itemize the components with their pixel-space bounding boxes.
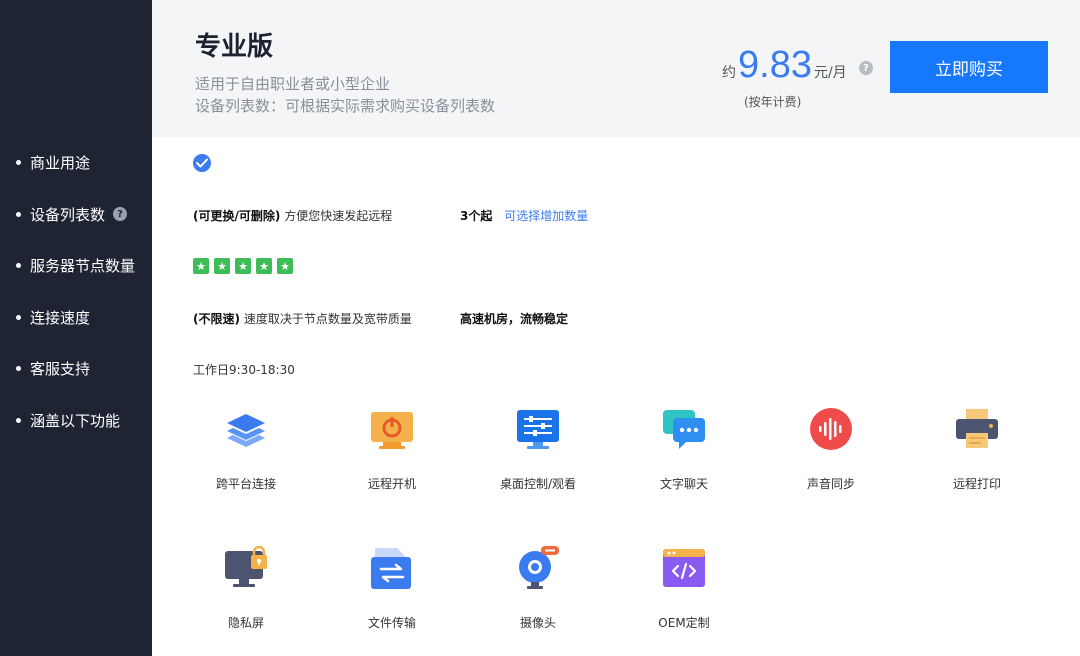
device-count-value: 3个起 可选择增加数量 [460,207,588,224]
device-count-info: (可更换/可删除) 方便您快速发起远程 [193,207,392,224]
feature-label: 远程打印 [952,477,1001,491]
bullet-icon [16,314,21,320]
chat-icon [661,406,707,452]
bullet-icon [16,159,21,165]
sidebar-item-device-count: 设备列表数 ? [16,202,128,226]
device-count-bold: (可更换/可删除) [193,209,281,223]
feature-remote-boot: 远程开机 [332,406,452,492]
desktop-control-icon [515,406,561,452]
support-hours: 工作日9:30-18:30 [193,363,295,377]
price: 约 9.83 元/月 [722,44,847,87]
sidebar-item-label: 商业用途 [30,153,91,172]
feature-label: OEM定制 [658,616,710,630]
sidebar-item-connection-speed: 连接速度 [16,305,90,329]
printer-icon [954,406,1000,452]
price-amount: 9.83 [738,44,812,86]
buy-now-button[interactable]: 立即购买 [890,41,1048,93]
plan-desc-line-1: 适用于自由职业者或小型企业 [195,75,391,93]
speed-note-text: 高速机房，流畅稳定 [460,312,569,326]
star-icon: ★ [277,258,293,274]
feature-label: 文件传输 [367,616,416,630]
feature-label: 声音同步 [806,477,855,491]
feature-privacy-screen: 隐私屏 [186,545,306,631]
feature-desktop-control: 桌面控制/观看 [478,406,598,492]
server-node-rating: ★ ★ ★ ★ ★ [193,258,293,274]
sidebar-item-features: 涵盖以下功能 [16,408,120,432]
sidebar-item-label: 涵盖以下功能 [30,411,121,430]
sound-wave-icon [808,406,854,452]
feature-label: 摄像头 [519,616,556,630]
bullet-icon [16,417,21,423]
bullet-icon [16,365,21,371]
feature-remote-print: 远程打印 [917,406,1037,492]
bullet-icon [16,262,21,268]
price-prefix: 约 [722,65,736,81]
check-icon [193,154,211,172]
feature-file-transfer: 文件传输 [332,545,452,631]
privacy-screen-icon [223,545,269,591]
sidebar-item-label: 连接速度 [30,308,91,327]
add-quantity-link[interactable]: 可选择增加数量 [504,209,588,223]
sidebar-item-support: 客服支持 [16,356,90,380]
feature-label: 桌面控制/观看 [499,477,577,491]
help-icon[interactable]: ? [113,207,128,221]
file-transfer-icon [369,545,415,591]
device-count-min: 3个起 [460,209,493,223]
feature-label: 文字聊天 [659,477,708,491]
price-unit: 元/月 [813,65,847,81]
feature-text-chat: 文字聊天 [624,406,744,492]
code-window-icon [661,545,707,591]
speed-note: 高速机房，流畅稳定 [460,310,568,327]
bullet-icon [16,211,21,217]
feature-oem-custom: OEM定制 [624,545,744,631]
feature-label: 远程开机 [367,477,416,491]
plan-description: 适用于自由职业者或小型企业 设备列表数：可根据实际需求购买设备列表数 [195,73,495,117]
feature-camera: 摄像头 [478,545,598,631]
sidebar-item-label: 服务器节点数量 [30,256,136,275]
power-icon [369,406,415,452]
price-billing-note: (按年计费) [744,95,802,109]
speed-bold: (不限速) [193,312,240,326]
star-icon: ★ [214,258,230,274]
plan-title: 专业版 [195,32,274,62]
plan-header: 专业版 适用于自由职业者或小型企业 设备列表数：可根据实际需求购买设备列表数 约… [152,0,1080,137]
feature-label: 跨平台连接 [215,477,276,491]
speed-text: 速度取决于节点数量及宽带质量 [243,312,412,326]
sidebar-item-server-nodes: 服务器节点数量 [16,253,135,277]
layers-icon [223,406,269,452]
device-count-text: 方便您快速发起远程 [284,209,393,223]
sidebar-item-commercial-use: 商业用途 [16,150,90,174]
speed-info: (不限速) 速度取决于节点数量及宽带质量 [193,310,412,327]
sidebar: 商业用途 设备列表数 ? 服务器节点数量 连接速度 客服支持 涵盖以下功能 [0,0,152,656]
sidebar-item-label: 客服支持 [30,359,91,378]
feature-cross-platform: 跨平台连接 [186,406,306,492]
star-icon: ★ [235,258,251,274]
price-help-icon[interactable]: ? [859,61,873,75]
plan-desc-line-2: 设备列表数：可根据实际需求购买设备列表数 [195,97,496,115]
star-icon: ★ [193,258,209,274]
feature-label: 隐私屏 [227,616,264,630]
feature-sound-sync: 声音同步 [771,406,891,492]
sidebar-item-label: 设备列表数 [30,205,106,224]
star-icon: ★ [256,258,272,274]
camera-icon [515,545,561,591]
